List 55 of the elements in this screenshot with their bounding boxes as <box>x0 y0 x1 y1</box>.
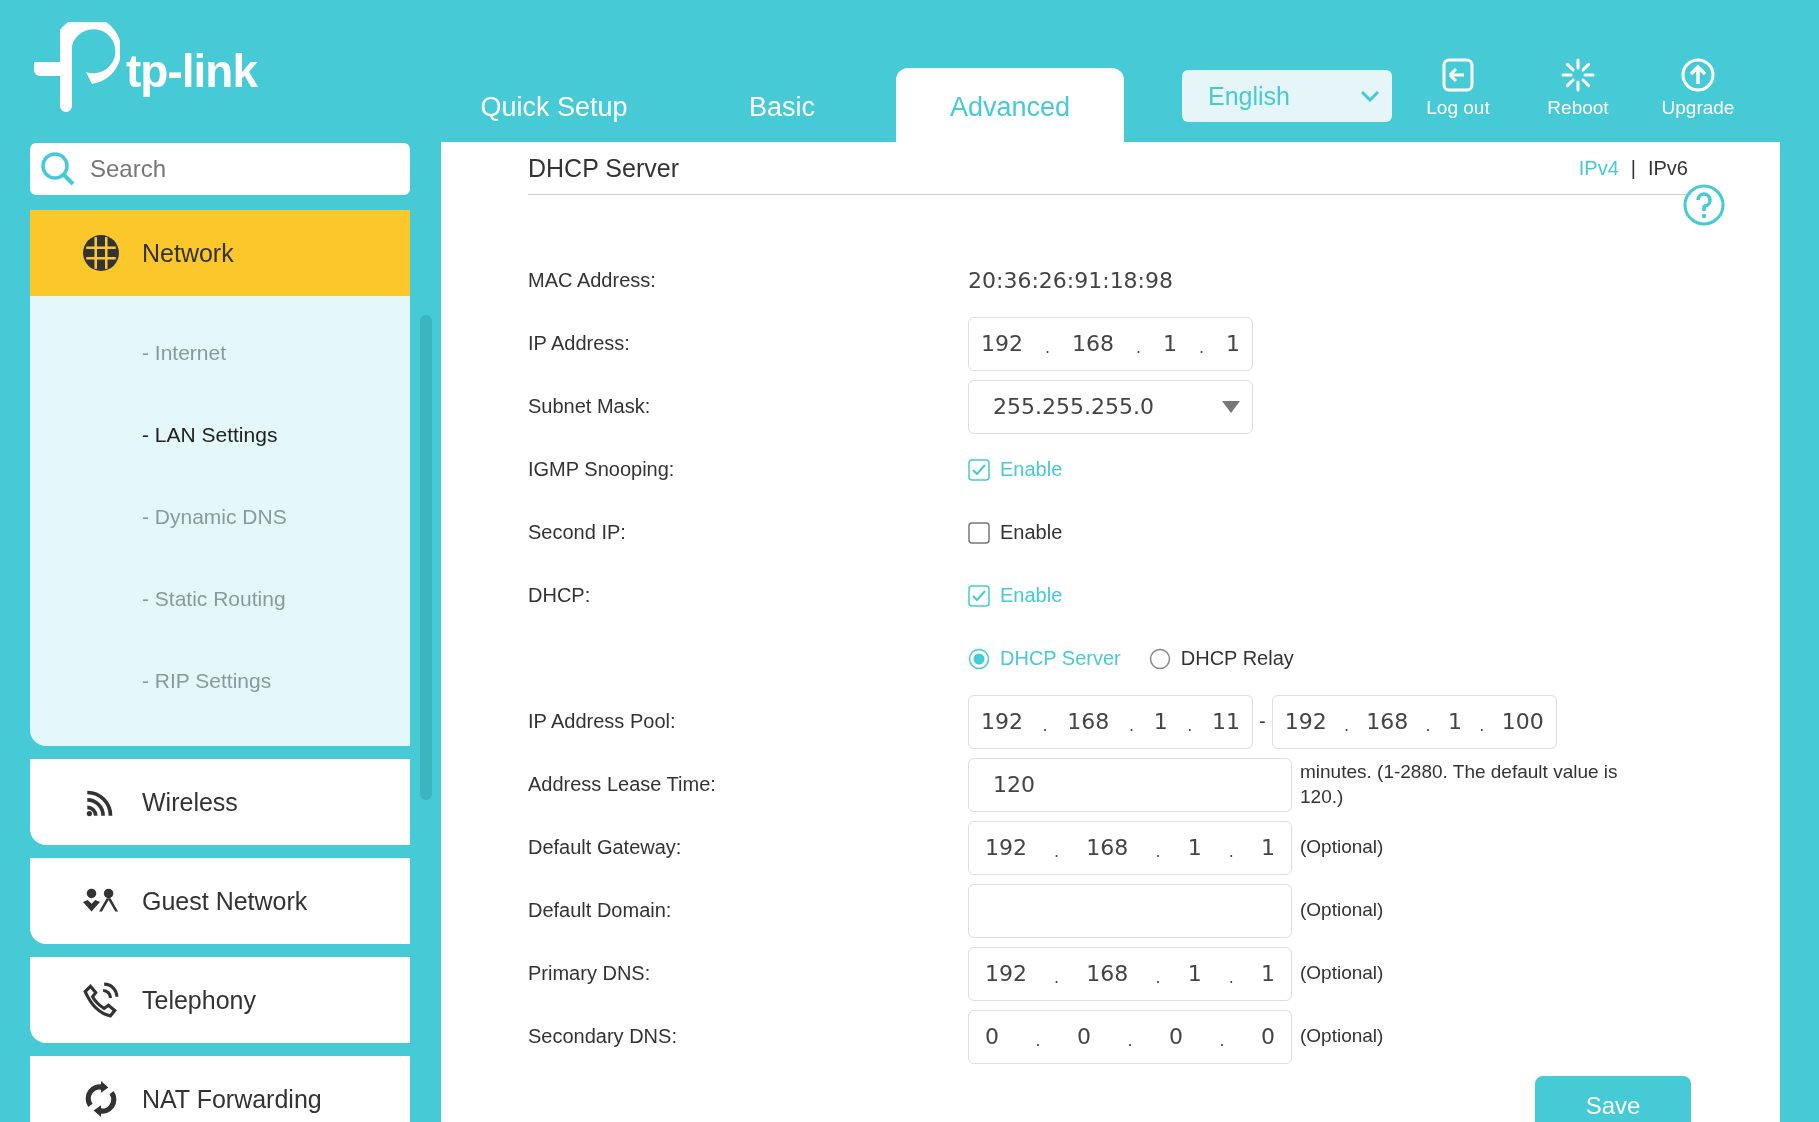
search-field[interactable]: Search <box>30 143 410 195</box>
version-link[interactable]: IPv6 <box>1647 156 1688 180</box>
upgrade-icon <box>1680 57 1716 93</box>
chevron-down-icon <box>1360 90 1380 102</box>
panel-title: DHCP Server <box>528 153 679 183</box>
range-separator: - <box>1259 710 1266 733</box>
radio-button[interactable] <box>1148 647 1171 670</box>
field-note: minutes. (1-2880. The default value is 120.) <box>1300 759 1619 809</box>
globe-icon <box>82 234 120 272</box>
text-input-field[interactable] <box>968 883 1292 938</box>
mac-address-value: 20:36:26:91:18:98 <box>968 268 1174 293</box>
field-label: Second IP: <box>528 521 627 544</box>
radio-label[interactable]: DHCP Relay <box>1180 647 1294 670</box>
checkbox[interactable] <box>968 584 990 607</box>
checkbox[interactable] <box>968 521 990 544</box>
logo-text: tp-link <box>126 44 257 98</box>
radio-button[interactable] <box>968 647 990 670</box>
dropdown-triangle-icon <box>1222 400 1240 413</box>
ip-address-field[interactable]: 192 . 168 . 1 . 1 <box>968 946 1292 1001</box>
field-label: IP Address Pool: <box>528 710 677 733</box>
sidebar-item[interactable]: NAT Forwarding <box>30 1056 410 1122</box>
field-label: Address Lease Time: <box>528 773 717 796</box>
sidebar-item[interactable]: Guest Network <box>30 858 410 944</box>
ip-address-field[interactable]: 192 . 168 . 1 . 1 <box>968 820 1292 875</box>
checkbox[interactable] <box>968 458 990 481</box>
reboot-icon <box>1560 57 1596 93</box>
sidebar-item[interactable]: Telephony <box>30 957 410 1043</box>
field-label: Primary DNS: <box>528 962 652 985</box>
field-note: (Optional) <box>1300 961 1385 986</box>
field-label: DHCP: <box>528 584 592 607</box>
text-input-field[interactable]: 120 <box>968 757 1292 812</box>
field-label: MAC Address: <box>528 269 657 292</box>
link-separator: | <box>1630 156 1636 180</box>
phone-icon <box>82 981 120 1019</box>
search-icon <box>40 151 76 187</box>
ip-address-field[interactable]: 0 . 0 . 0 . 0 <box>968 1009 1292 1064</box>
logout-icon <box>1440 57 1476 93</box>
sidebar-item[interactable]: Network <box>30 210 410 296</box>
ip-address-field[interactable]: 192 . 168 . 1 . 1 <box>968 316 1253 371</box>
field-label: IP Address: <box>528 332 631 355</box>
submenu-item[interactable]: - LAN Settings <box>30 394 410 476</box>
field-note: (Optional) <box>1300 898 1385 923</box>
checkbox-label[interactable]: Enable <box>1000 521 1063 544</box>
subnet-mask-dropdown[interactable]: 255.255.255.0 <box>968 379 1253 434</box>
field-note: (Optional) <box>1300 835 1385 860</box>
help-icon[interactable] <box>1683 184 1725 226</box>
field-label: Default Gateway: <box>528 836 683 859</box>
field-label: Default Domain: <box>528 899 673 922</box>
field-label: Secondary DNS: <box>528 1025 678 1048</box>
ip-address-field[interactable]: 192 . 168 . 1 . 11 <box>968 694 1253 749</box>
field-label: IGMP Snooping: <box>528 458 676 481</box>
sidebar-item[interactable]: Wireless <box>30 759 410 845</box>
ip-address-field[interactable]: 192 . 168 . 1 . 100 <box>1271 694 1557 749</box>
field-label: Subnet Mask: <box>528 395 652 418</box>
field-note: (Optional) <box>1300 1024 1385 1049</box>
